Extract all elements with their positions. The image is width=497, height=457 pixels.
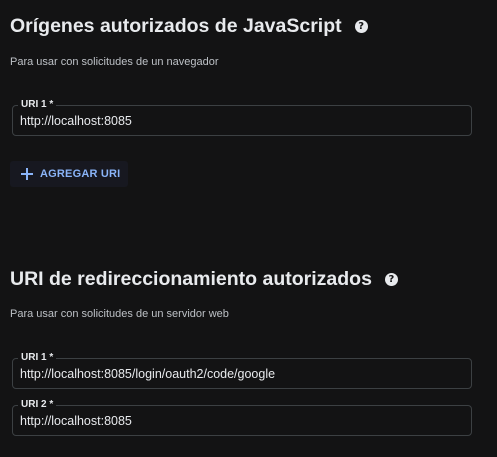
add-uri-label: AGREGAR URI: [40, 168, 121, 180]
uri-label: URI 1 *: [18, 352, 57, 364]
redirect-uris-subtitle: Para usar con solicitudes de un servidor…: [10, 308, 229, 320]
uri-input-value[interactable]: http://localhost:8085: [20, 114, 132, 128]
add-uri-button[interactable]: AGREGAR URI: [10, 161, 128, 187]
uri-label: URI 2 *: [18, 399, 57, 411]
redirect-uri-1-field[interactable]: URI 1 * http://localhost:8085/login/oaut…: [12, 352, 472, 389]
js-origin-uri-1-field[interactable]: URI 1 * http://localhost:8085: [12, 99, 472, 136]
help-icon[interactable]: ?: [384, 273, 398, 286]
redirect-uri-2-field[interactable]: URI 2 * http://localhost:8085: [12, 399, 472, 436]
plus-icon: [21, 168, 33, 180]
uri-input-value[interactable]: http://localhost:8085/login/oauth2/code/…: [20, 367, 275, 381]
js-origins-title: Orígenes autorizados de JavaScript ?: [10, 15, 368, 38]
redirect-uris-title-text: URI de redireccionamiento autorizados: [10, 268, 372, 290]
js-origins-title-text: Orígenes autorizados de JavaScript: [10, 15, 342, 37]
redirect-uris-title: URI de redireccionamiento autorizados ?: [10, 268, 398, 291]
uri-label: URI 1 *: [18, 99, 57, 111]
uri-input-value[interactable]: http://localhost:8085: [20, 414, 132, 428]
js-origins-subtitle: Para usar con solicitudes de un navegado…: [10, 56, 219, 68]
help-icon[interactable]: ?: [354, 20, 368, 33]
